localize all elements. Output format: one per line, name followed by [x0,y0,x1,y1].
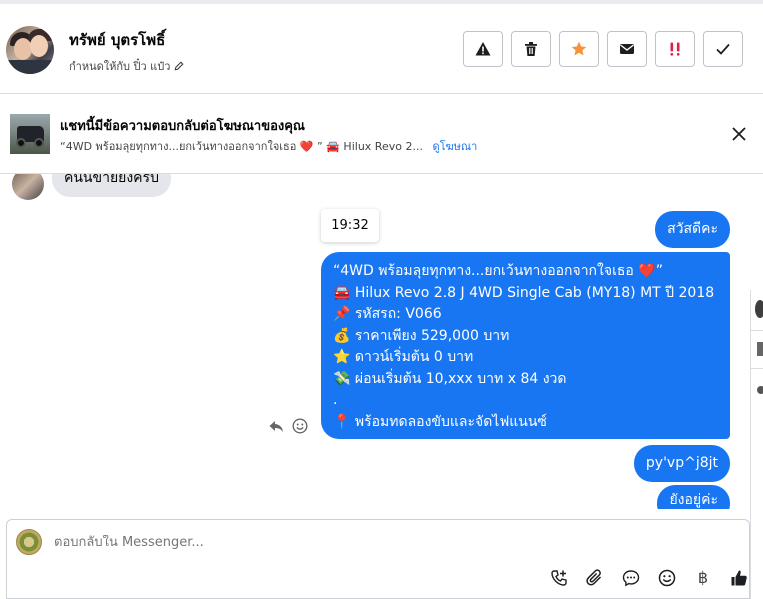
spam-button[interactable] [655,31,695,67]
message-hover-actions [268,418,308,434]
side-panel-edge [750,290,763,599]
payment-baht-icon[interactable]: ฿ [694,568,712,587]
assignment-link[interactable]: กำหนดให้กับ ปิ๋ว แป๋ว [69,57,184,75]
thumbs-up-icon[interactable] [730,569,748,587]
composer-toolbar: ฿ [550,568,748,587]
check-icon [716,43,730,55]
delete-button[interactable] [511,31,551,67]
conversation-actions [463,31,743,67]
report-button[interactable] [463,31,503,67]
message-line: 📌 รหัสรถ: V066 [333,306,442,322]
message-thread[interactable]: คนนขายยงครบ 19:32 สวัสดีคะ “4WD พร้อมลุย… [0,174,750,509]
view-ad-link[interactable]: ดูโฆษณา [432,140,477,153]
warning-icon [475,42,491,56]
message-line: 📍 พร้อมทดลองขับและจัดไฟแนนซ์ [333,413,547,430]
outgoing-message[interactable]: py'vp^j8jt [633,445,730,482]
attachment-icon[interactable] [586,568,604,587]
react-emoji-icon[interactable] [292,418,308,434]
reply-input[interactable] [54,535,654,550]
message-line: 💰 ราคาเพียง 529,000 บาท [333,327,510,344]
ad-snippet: “4WD พร้อมลุยทุกทาง...ยกเว้นทางออกจากใจเ… [60,140,423,153]
reply-icon[interactable] [268,418,284,434]
pencil-icon [174,61,184,71]
ad-thumbnail[interactable] [10,114,50,154]
emoji-icon[interactable] [658,569,676,587]
outgoing-ad-message[interactable]: “4WD พร้อมลุยทุกทาง...ยกเว้นทางออกจากใจเ… [321,252,730,439]
incoming-message[interactable]: คนนขายยงครบ [52,174,171,197]
outgoing-message[interactable]: ยังอยู่ค่ะ [657,485,730,509]
call-add-icon[interactable] [550,569,568,587]
star-button[interactable] [559,31,599,67]
sender-avatar [12,174,44,200]
ad-banner-title: แชทนี้มีข้อความตอบกลับต่อโฆษณาของคุณ [60,119,305,134]
conversation-header: ทรัพย์ บุตรโพธิ์ กำหนดให้กับ ปิ๋ว แป๋ว [0,0,763,94]
message-timestamp: 19:32 [321,209,379,242]
outgoing-message[interactable]: สวัสดีคะ [655,211,730,248]
message-line: 🚘 Hilux Revo 2.8 J 4WD Single Cab (MY18)… [333,284,715,301]
reply-composer: ฿ [6,519,750,599]
ad-banner-subtitle: “4WD พร้อมลุยทุกทาง...ยกเว้นทางออกจากใจเ… [60,137,477,155]
message-line: . [333,392,338,408]
message-line: 💸 ผ่อนเริ่มต้น 10,xxx บาท x 84 งวด [333,370,567,387]
done-button[interactable] [703,31,743,67]
exclamation-icon [670,42,680,56]
star-icon [571,41,587,56]
close-icon [732,127,746,141]
ad-reply-banner: แชทนี้มีข้อความตอบกลับต่อโฆษณาของคุณ “4W… [0,94,763,174]
trash-icon [525,42,537,56]
assignment-label: กำหนดให้กับ ปิ๋ว แป๋ว [69,60,171,73]
envelope-icon [620,44,634,54]
contact-name[interactable]: ทรัพย์ บุตรโพธิ์ [69,28,165,52]
saved-reply-icon[interactable] [622,569,640,587]
message-line: ⭐ ดาวน์เริ่มต้น 0 บาท [333,349,474,365]
message-line: “4WD พร้อมลุยทุกทาง...ยกเว้นทางออกจากใจเ… [333,263,663,279]
contact-avatar[interactable] [6,26,54,74]
page-avatar [16,529,42,555]
close-banner-button[interactable] [729,124,749,144]
mark-unread-button[interactable] [607,31,647,67]
